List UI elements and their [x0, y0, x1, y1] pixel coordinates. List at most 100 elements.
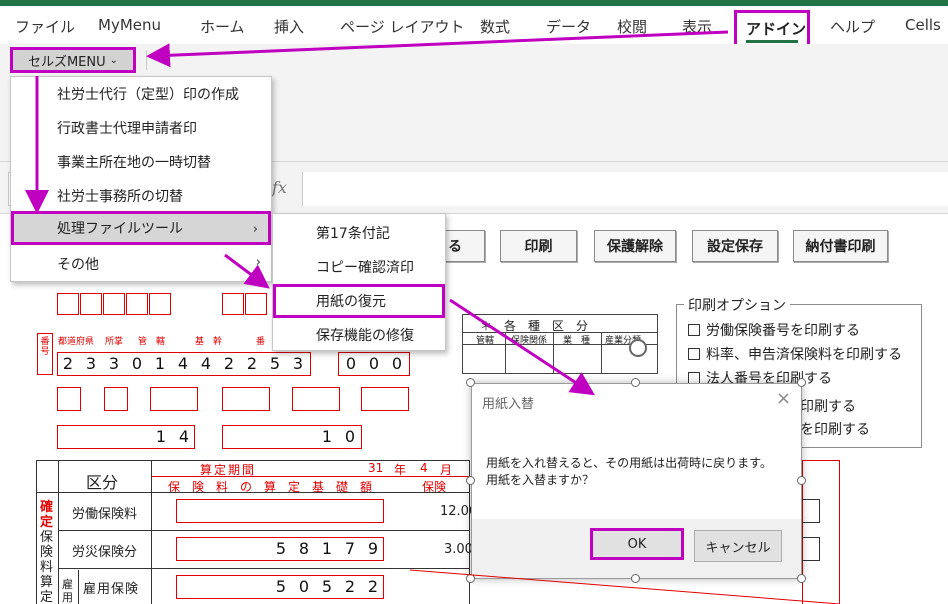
divider [58, 568, 470, 569]
branch-digit: 0 [391, 354, 403, 373]
menu-item-file-tools[interactable]: 処理ファイルツール › [11, 211, 271, 245]
menu-item-office-switch[interactable]: 社労士事務所の切替 [11, 179, 271, 213]
divider [58, 530, 470, 531]
form-box[interactable] [222, 293, 244, 315]
period-year: 31 [368, 461, 384, 475]
resize-handle[interactable] [631, 378, 640, 387]
right-form-box[interactable] [802, 499, 820, 523]
form-box[interactable] [222, 387, 270, 411]
resize-handle[interactable] [797, 378, 806, 387]
branch-digit: 0 [368, 354, 380, 373]
menu-item-sharoushi-stamp[interactable]: 社労士代行（定型）印の作成 [11, 77, 271, 111]
save-settings-button[interactable]: 設定保存 [692, 230, 778, 262]
label-prefecture: 都道府県 [58, 337, 95, 347]
tab-review[interactable]: 校閲 [617, 16, 647, 37]
option-labor-number[interactable]: 労働保険番号を印刷する [688, 320, 860, 340]
print-button[interactable]: 印刷 [500, 230, 577, 262]
amount-digit: 7 [344, 539, 356, 558]
kakutei-label: 確定 [40, 500, 54, 530]
form-box[interactable] [103, 293, 125, 315]
menu-item-other[interactable]: その他 › [11, 247, 271, 281]
option-rates[interactable]: 料率、申告済保険料を印刷する [688, 344, 902, 364]
kubun-label: 区分 [86, 473, 119, 492]
tab-help[interactable]: ヘルプ [830, 16, 875, 37]
tab-formulas[interactable]: 数式 [480, 16, 510, 37]
insurance-digit: 3 [85, 354, 97, 373]
divider [78, 570, 79, 604]
right-form-box[interactable] [802, 537, 820, 561]
menu-item-gyousei-stamp[interactable]: 行政書士代理申請者印 [11, 111, 271, 145]
chevron-down-icon: ⌄ [109, 54, 119, 66]
amount-field-labor[interactable] [176, 499, 384, 523]
cells-menu-button[interactable]: セルズMENU ⌄ [10, 47, 136, 73]
menu-item-address-switch[interactable]: 事業主所在地の一時切替 [11, 145, 271, 179]
branch-digit: 0 [345, 354, 357, 373]
resize-handle[interactable] [797, 476, 806, 485]
sheet-button-partial-label: る [448, 239, 462, 255]
form-box[interactable] [292, 387, 340, 411]
ok-label: OK [627, 536, 647, 552]
option-5[interactable]: を印刷する [800, 419, 870, 439]
insurance-digit: 0 [131, 354, 143, 373]
dialog-message-line2: 用紙を入替ますか？ [486, 473, 595, 487]
resize-handle[interactable] [631, 574, 640, 583]
tab-page-layout[interactable]: ページ レイアウト [340, 16, 464, 37]
close-icon[interactable]: × [776, 388, 791, 409]
menu-item-label: 事業主所在地の一時切替 [57, 155, 211, 171]
checkbox[interactable] [688, 348, 700, 360]
tab-cells[interactable]: Cells [905, 16, 941, 34]
option-4[interactable]: 印刷する [800, 396, 856, 416]
form-box[interactable] [245, 293, 267, 315]
resize-handle[interactable] [466, 574, 475, 583]
form-box[interactable] [150, 387, 198, 411]
tab-addins[interactable]: アドイン [734, 10, 810, 48]
insurance-digit: 4 [200, 354, 212, 373]
payment-slip-print-button[interactable]: 納付書印刷 [793, 230, 888, 262]
submenu-item-label: コピー確認済印 [316, 260, 414, 276]
amount-digit: 0 [298, 577, 310, 596]
chevron-right-icon: › [252, 222, 258, 237]
option-label: を印刷する [800, 422, 870, 438]
form-box[interactable] [126, 293, 148, 315]
submenu-item-label: 第17条付記 [316, 226, 390, 242]
resize-handle[interactable] [797, 574, 806, 583]
col-header: 保険関係 [511, 336, 548, 346]
checkbox[interactable] [688, 324, 700, 336]
payment-slip-label: 納付書印刷 [805, 239, 876, 255]
row-label: 雇用保険 [83, 582, 140, 597]
row3-digit: 1 [321, 427, 333, 446]
unprotect-button[interactable]: 保護解除 [594, 230, 676, 262]
fx-icon[interactable]: fx [272, 178, 287, 197]
ok-button[interactable]: OK [590, 528, 684, 560]
divider [58, 460, 59, 604]
amount-digit: 1 [321, 539, 333, 558]
form-box[interactable] [361, 387, 409, 411]
menu-item-label: 処理ファイルツール [57, 221, 183, 237]
resize-handle[interactable] [466, 378, 475, 387]
rotate-handle-icon[interactable] [629, 339, 647, 357]
tab-file[interactable]: ファイル [15, 16, 75, 37]
formula-bar[interactable] [302, 172, 948, 206]
menu-item-label: 社労士事務所の切替 [57, 189, 183, 205]
tab-data[interactable]: データ [546, 16, 591, 37]
form-box[interactable] [57, 387, 81, 411]
option-label: 料率、申告済保険料を印刷する [706, 347, 902, 363]
form-box[interactable] [104, 387, 128, 411]
resize-handle[interactable] [466, 476, 475, 485]
form-box[interactable] [80, 293, 102, 315]
form-box[interactable] [57, 293, 79, 315]
submenu-item-restore-form[interactable]: 用紙の復元 [273, 284, 445, 318]
tab-insert[interactable]: 挿入 [274, 16, 304, 37]
submenu-item-copy-confirmed[interactable]: コピー確認済印 [273, 250, 445, 284]
tab-home[interactable]: ホーム [200, 16, 245, 37]
tab-mymenu[interactable]: MyMenu [98, 16, 161, 34]
row3-digit: 4 [178, 427, 190, 446]
insurance-digit: 2 [223, 354, 235, 373]
tab-view[interactable]: 表示 [682, 16, 712, 37]
form-box[interactable] [149, 293, 171, 315]
tab-addins-label: アドイン [746, 20, 807, 38]
submenu-item-article17[interactable]: 第17条付記 [273, 216, 445, 250]
submenu-item-repair-save[interactable]: 保存機能の修復 [273, 318, 445, 352]
file-tools-submenu: 第17条付記 コピー確認済印 用紙の復元 保存機能の修復 [272, 213, 446, 351]
cancel-button[interactable]: キャンセル [694, 530, 782, 562]
